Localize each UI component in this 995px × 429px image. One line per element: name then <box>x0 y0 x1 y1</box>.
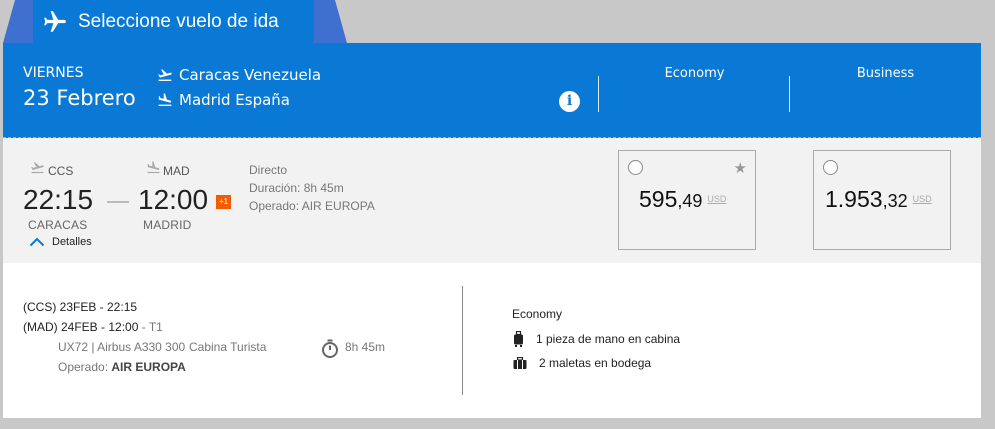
departure-time: 22:15 <box>23 184 94 215</box>
stopwatch-icon <box>322 339 338 358</box>
cabin-header-economy: Economy <box>664 66 725 81</box>
departure-detail: (CCS) 23FEB - 22:15 <box>23 300 138 314</box>
arrival-code: MAD <box>163 164 190 178</box>
detail-duration: 8h 45m <box>345 340 386 354</box>
arrival-time: 12:00 <box>138 184 209 215</box>
operated-value: AIR EUROPA <box>301 199 375 213</box>
flight-summary-bar: VIERNES 23 Febrero Caracas Venezuela Mad… <box>3 43 981 138</box>
info-icon[interactable]: i <box>559 91 580 112</box>
takeoff-icon <box>158 69 172 81</box>
takeoff-icon <box>31 162 44 174</box>
arrival-city: MADRID <box>143 218 192 232</box>
operated-row: Operado: AIR EUROPA <box>249 199 375 213</box>
price-integer: 595 <box>639 186 678 212</box>
details-toggle[interactable]: Detalles <box>29 236 92 248</box>
checked-bag-row: 2 maletas en bodega <box>513 356 651 370</box>
departure-code: CCS <box>48 164 74 178</box>
time-dash <box>107 201 129 203</box>
fare-price: 1.953,32 USD <box>825 186 932 213</box>
carry-on-text: 1 pieza de mano en cabina <box>536 332 681 346</box>
flight-info: UX72 | Airbus A330 300 <box>58 340 186 354</box>
day-name: VIERNES <box>23 65 84 81</box>
fare-option-economy[interactable]: ★ 595,49 USD <box>618 150 756 250</box>
cabin-info: Cabina Turista <box>189 340 267 354</box>
header-tab-inner: Seleccione vuelo de ida <box>33 0 314 43</box>
operated-label: Operado: <box>249 199 300 213</box>
cabin-header-business: Business <box>856 66 915 81</box>
fare-option-business[interactable]: 1.953,32 USD <box>813 150 951 250</box>
details-divider <box>462 286 463 395</box>
checked-bag-text: 2 maletas en bodega <box>539 356 652 370</box>
fare-radio[interactable] <box>823 160 838 175</box>
landing-icon <box>158 93 172 106</box>
duration-row: Duración: 8h 45m <box>249 181 344 195</box>
duration-label: Duración: <box>249 181 301 195</box>
detail-operated: Operado: AIR EUROPA <box>58 360 186 374</box>
chevron-up-icon <box>29 237 45 247</box>
fare-radio[interactable] <box>628 160 643 175</box>
price-integer: 1.953 <box>825 186 883 212</box>
next-day-badge: +1 <box>216 195 231 209</box>
price-currency: USD <box>912 194 932 204</box>
destination-label: Madrid España <box>179 91 290 109</box>
departure-city: CARACAS <box>28 218 88 232</box>
price-decimal: ,49 <box>677 191 703 211</box>
price-decimal: ,32 <box>882 191 908 211</box>
airplane-icon <box>44 11 66 32</box>
stops-text: Directo <box>249 163 288 177</box>
flight-row[interactable]: CCS 22:15 CARACAS MAD 12:00 +1 MADRID Di… <box>3 138 981 263</box>
price-currency: USD <box>707 194 727 204</box>
arrival-terminal: - T1 <box>141 320 163 334</box>
duration-value: 8h 45m <box>303 181 344 195</box>
detail-operated-label: Operado: <box>58 360 109 374</box>
suitcase-icon <box>514 331 523 347</box>
landing-icon <box>147 161 160 174</box>
column-divider <box>598 76 599 112</box>
column-divider <box>789 76 790 112</box>
carry-on-row: 1 pieza de mano en cabina <box>513 331 680 347</box>
detail-operated-value: AIR EUROPA <box>111 360 186 374</box>
fare-cabin-label: Economy <box>512 307 563 321</box>
date-text: 23 Febrero <box>23 86 136 110</box>
details-label: Detalles <box>52 236 92 248</box>
star-icon: ★ <box>733 160 747 177</box>
page-title: Seleccione vuelo de ida <box>78 11 279 32</box>
fare-price: 595,49 USD <box>639 186 726 213</box>
luggage-icon <box>513 357 527 369</box>
arrival-detail: (MAD) 24FEB - 12:00 - T1 <box>23 320 163 334</box>
flight-details-panel: (CCS) 23FEB - 22:15 (MAD) 24FEB - 12:00 … <box>3 263 981 418</box>
arrival-detail-text: (MAD) 24FEB - 12:00 <box>23 320 139 334</box>
origin-label: Caracas Venezuela <box>179 66 322 84</box>
